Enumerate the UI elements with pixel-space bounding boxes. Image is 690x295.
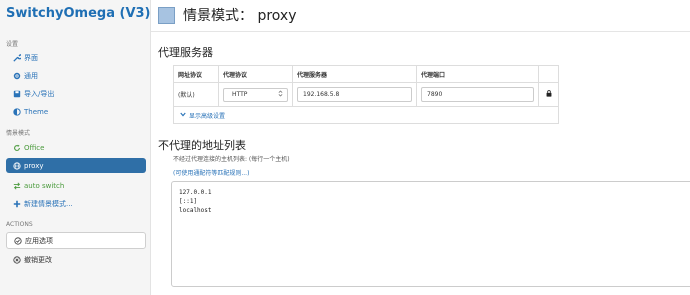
profile-color-swatch[interactable] <box>158 6 175 24</box>
sidebar-item-label: auto switch <box>24 181 65 190</box>
profiles-section-label: 情景模式 <box>6 130 31 137</box>
column-header-empty <box>539 66 558 82</box>
bypass-line: localhost <box>179 207 212 214</box>
page-header: 情景模式： proxy <box>158 5 297 25</box>
lock-icon[interactable] <box>546 90 552 99</box>
header-divider <box>151 31 690 32</box>
sidebar-item-general[interactable]: 通用 <box>6 68 146 83</box>
apply-options-label: 应用选项 <box>25 236 53 245</box>
scheme-cell: (默认) <box>174 83 219 106</box>
show-advanced-label: 显示高级设置 <box>189 112 226 120</box>
gear-icon <box>12 71 21 80</box>
sidebar-item-label: Theme <box>24 107 49 116</box>
table-row: (默认) HTTP 192.168.5.8 7890 <box>174 83 558 107</box>
settings-section-label: 设置 <box>6 41 19 48</box>
protocol-cell: HTTP <box>219 83 293 106</box>
sidebar-item-label: 通用 <box>24 71 38 80</box>
switch-icon <box>12 181 21 190</box>
sidebar-item-theme[interactable]: Theme <box>6 104 146 119</box>
discard-changes-button[interactable]: 撤销更改 <box>6 252 146 267</box>
proxy-servers-heading: 代理服务器 <box>158 46 213 59</box>
floppy-icon <box>12 89 21 98</box>
sidebar-item-label: 新建情景模式... <box>24 199 73 208</box>
check-circle-icon <box>13 236 22 245</box>
discard-changes-label: 撤销更改 <box>24 255 52 264</box>
protocol-select[interactable]: HTTP <box>223 87 288 102</box>
protocol-select-value: HTTP <box>232 91 248 98</box>
chevron-down-icon <box>180 112 186 119</box>
wildcard-rules-link[interactable]: (可使用通配符等匹配规则...) <box>173 168 249 177</box>
main-content: 情景模式： proxy 代理服务器 网址协议 代理协议 代理服务器 代理端口 (… <box>151 0 690 295</box>
sidebar-item-office[interactable]: Office <box>6 140 146 155</box>
proxy-servers-table: 网址协议 代理协议 代理服务器 代理端口 (默认) HTTP 192.168.5… <box>173 65 559 124</box>
apply-options-button[interactable]: 应用选项 <box>6 232 146 249</box>
x-circle-icon <box>12 255 21 264</box>
port-cell: 7890 <box>417 83 539 106</box>
column-header: 网址协议 <box>174 66 219 82</box>
bypass-list-textarea[interactable]: 127.0.0.1 [::1] localhost <box>171 181 690 287</box>
bypass-line: 127.0.0.1 <box>179 189 212 196</box>
sidebar-item-label: Office <box>24 143 45 152</box>
sidebar-item-import-export[interactable]: 导入/导出 <box>6 86 146 101</box>
chevron-updown-icon <box>278 90 283 99</box>
sidebar-item-label: proxy <box>24 161 44 170</box>
half-circle-icon <box>12 107 21 116</box>
wrench-icon <box>12 53 21 62</box>
table-header-row: 网址协议 代理协议 代理服务器 代理端口 <box>174 66 558 83</box>
column-header: 代理端口 <box>417 66 539 82</box>
sidebar-item-interface[interactable]: 界面 <box>6 50 146 65</box>
globe-icon <box>12 161 21 170</box>
app-title[interactable]: SwitchyOmega (V3) <box>6 6 151 21</box>
refresh-icon <box>12 143 21 152</box>
sidebar-item-label: 界面 <box>24 53 38 62</box>
show-advanced-link[interactable]: 显示高级设置 <box>174 107 558 123</box>
column-header: 代理协议 <box>219 66 293 82</box>
page-title: 情景模式： proxy <box>183 8 297 24</box>
server-cell: 192.168.5.8 <box>293 83 417 106</box>
sidebar-item-proxy[interactable]: proxy <box>6 158 146 173</box>
proxy-port-input[interactable]: 7890 <box>421 87 534 102</box>
bypass-description: 不经过代理连接的主机列表: (每行一个主机) <box>173 156 290 163</box>
proxy-server-input[interactable]: 192.168.5.8 <box>297 87 412 102</box>
plus-icon <box>12 199 21 208</box>
sidebar-item-label: 导入/导出 <box>24 89 55 98</box>
actions-section-label: ACTIONS <box>6 221 33 228</box>
column-header: 代理服务器 <box>293 66 417 82</box>
bypass-list-heading: 不代理的地址列表 <box>158 139 246 152</box>
sidebar-item-auto-switch[interactable]: auto switch <box>6 178 146 193</box>
bypass-line: [::1] <box>179 198 198 205</box>
auth-cell <box>539 83 558 106</box>
sidebar-item-new-profile[interactable]: 新建情景模式... <box>6 196 146 211</box>
sidebar: SwitchyOmega (V3) 设置 界面 通用 导入/导出 Theme 情… <box>0 0 151 295</box>
